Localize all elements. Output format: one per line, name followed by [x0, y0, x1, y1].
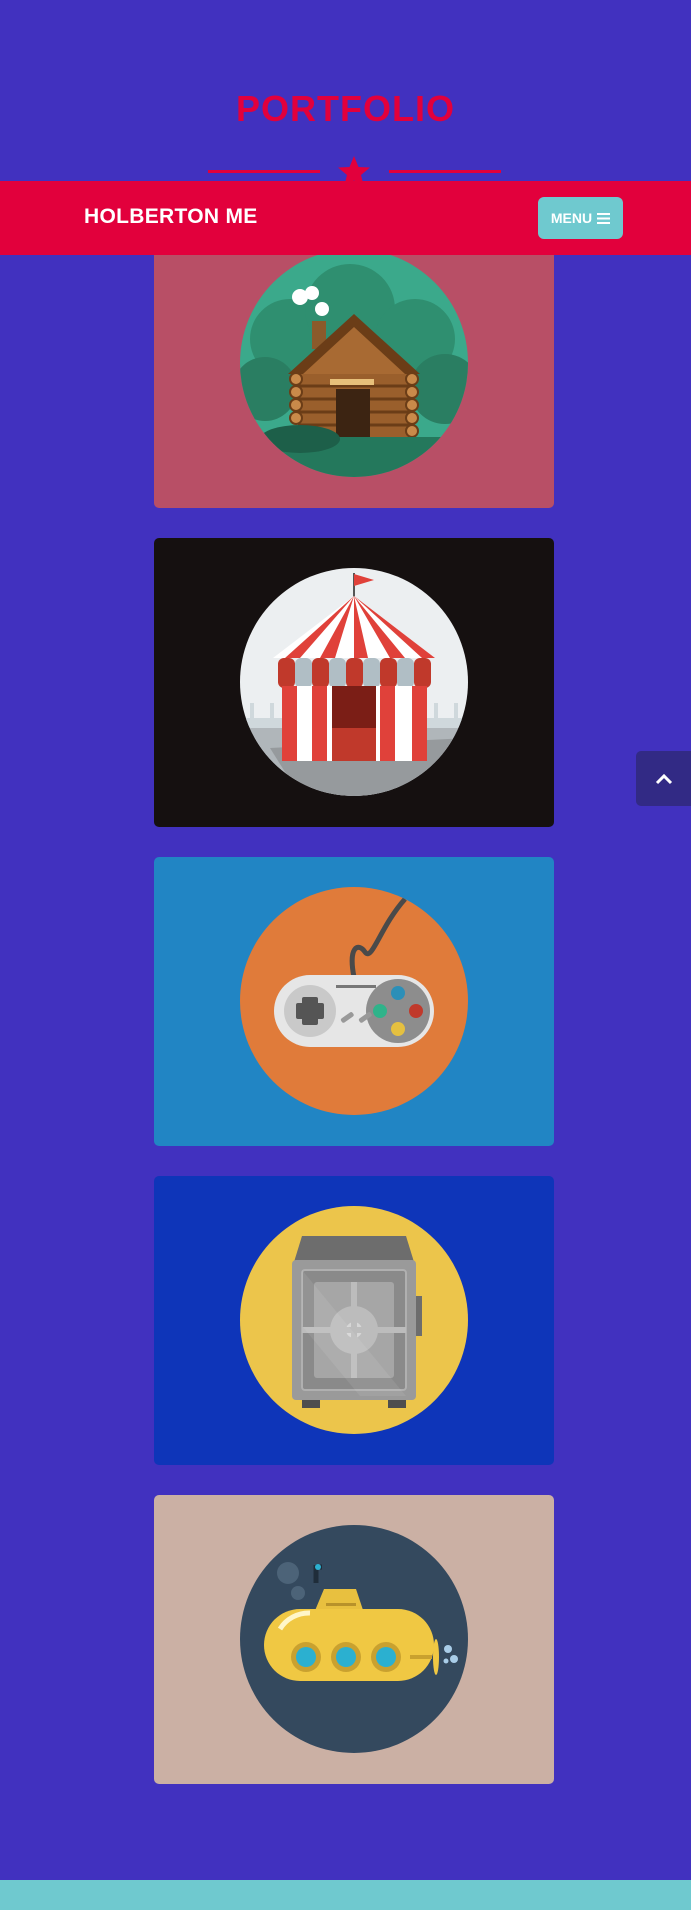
brand-logo[interactable]: HOLBERTON ME: [84, 205, 258, 229]
cabin-illustration: [240, 249, 468, 477]
game-controller-illustration: [240, 887, 468, 1115]
safe-illustration: [240, 1206, 468, 1434]
navbar: HOLBERTON ME MENU: [0, 181, 691, 255]
portfolio-item-safe[interactable]: [154, 1176, 554, 1465]
portfolio-item-cabin[interactable]: [154, 219, 554, 508]
menu-button[interactable]: MENU: [538, 197, 623, 239]
circus-tent-illustration: [240, 568, 468, 796]
bars-icon: [597, 212, 611, 224]
page-title: PORTFOLIO: [236, 88, 455, 129]
submarine-illustration: [240, 1525, 468, 1753]
portfolio-item-circus[interactable]: [154, 538, 554, 827]
menu-label: MENU: [550, 210, 593, 226]
portfolio-item-submarine[interactable]: [154, 1495, 554, 1784]
portfolio-item-game[interactable]: [154, 857, 554, 1146]
footer-strip: [0, 1880, 691, 1910]
chevron-up-icon: [655, 773, 672, 784]
scroll-to-top-button[interactable]: [636, 751, 691, 806]
